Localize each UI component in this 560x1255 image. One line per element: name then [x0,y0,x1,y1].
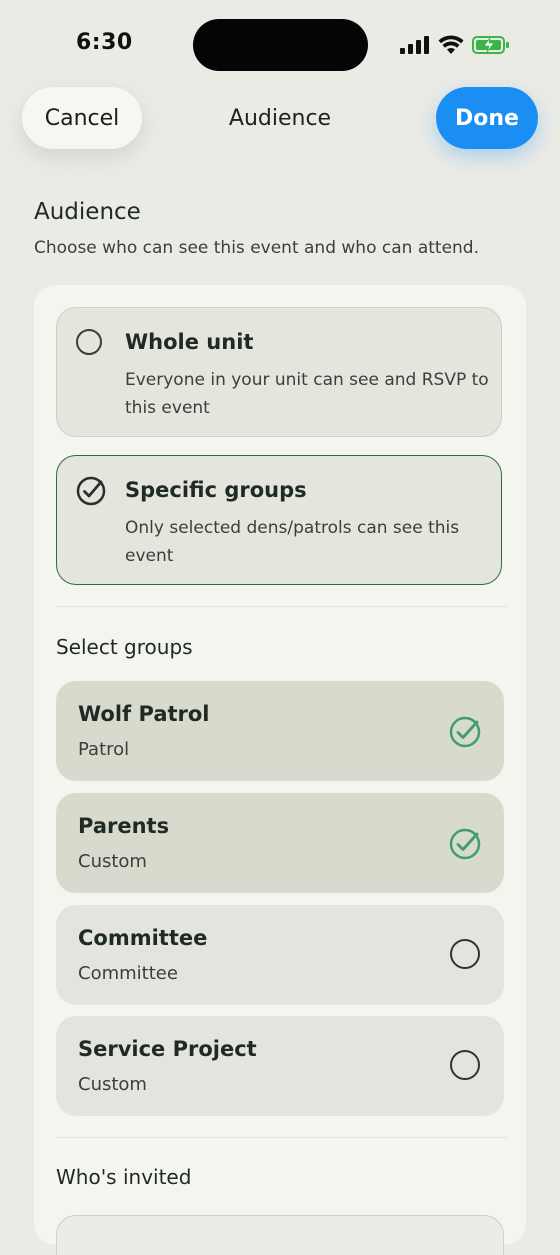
group-name: Service Project [78,1037,257,1061]
signal-icon [400,36,429,54]
group-row-parents[interactable]: Parents Custom [56,793,504,893]
status-bar: 6:30 [0,0,560,90]
group-row-wolf-patrol[interactable]: Wolf Patrol Patrol [56,681,504,781]
option-description: Everyone in your unit can see and RSVP t… [125,370,489,418]
whos-invited-heading: Who's invited [56,1165,192,1189]
nav-title: Audience [228,105,332,131]
option-title: Whole unit [125,330,254,354]
section-description: Choose who can see this event and who ca… [34,238,480,258]
group-name: Wolf Patrol [78,702,210,726]
group-type: Custom [78,1074,147,1095]
audience-card: Whole unit Everyone in your unit can see… [34,285,526,1255]
check-circle-icon [76,476,106,506]
option-specific-groups[interactable]: Specific groups Only selected dens/patro… [56,455,502,585]
status-icons [400,33,510,57]
check-circle-icon [449,828,481,860]
section-heading: Audience [34,199,141,225]
group-name: Parents [78,814,170,838]
group-type: Patrol [78,739,130,760]
option-description: Only selected dens/patrols can see this … [125,518,460,566]
group-type: Custom [78,851,147,872]
invited-list [56,1215,504,1255]
dynamic-island [193,19,368,71]
group-row-service-project[interactable]: Service Project Custom [56,1016,504,1116]
done-button[interactable]: Done [436,87,538,149]
radio-unselected-icon [76,329,102,355]
radio-unselected-icon [450,939,480,969]
group-name: Committee [78,926,208,950]
radio-unselected-icon [450,1050,480,1080]
option-whole-unit[interactable]: Whole unit Everyone in your unit can see… [56,307,502,437]
check-circle-icon [449,716,481,748]
status-time: 6:30 [76,30,133,55]
divider [56,1137,508,1138]
group-row-committee[interactable]: Committee Committee [56,905,504,1005]
divider [56,606,508,607]
nav-bar: Cancel Audience Done [0,86,560,150]
battery-charging-icon [472,36,509,54]
select-groups-heading: Select groups [56,635,193,659]
wifi-icon [438,35,464,54]
group-type: Committee [78,963,178,984]
cancel-button[interactable]: Cancel [22,87,142,149]
option-title: Specific groups [125,478,307,502]
